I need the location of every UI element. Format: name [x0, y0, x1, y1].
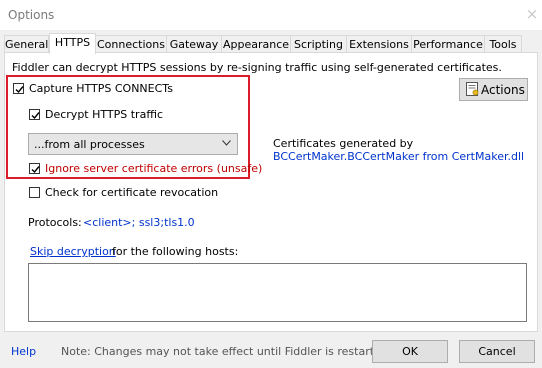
skip-hosts-textarea[interactable]: [28, 263, 527, 322]
ignore-errors-checkbox[interactable]: [29, 163, 40, 174]
https-tab-panel: Fiddler can decrypt HTTPS sessions by re…: [4, 52, 538, 332]
tab-appearance[interactable]: Appearance: [221, 35, 291, 53]
tab-extensions[interactable]: Extensions: [346, 35, 412, 53]
revocation-checkbox[interactable]: [29, 187, 40, 198]
protocols-link[interactable]: <client>; ssl3;tls1.0: [83, 216, 195, 229]
certificate-icon: [466, 82, 479, 96]
window-title: Options: [8, 8, 55, 22]
title-bar: Options ×: [0, 0, 542, 30]
revocation-label: Check for certificate revocation: [45, 186, 219, 199]
skip-decryption-link[interactable]: Skip decryption: [30, 245, 116, 258]
restart-note: Note: Changes may not take effect until …: [61, 345, 392, 358]
decrypt-traffic-checkbox[interactable]: [29, 109, 40, 120]
skip-decryption-suffix: for the following hosts:: [112, 245, 239, 258]
ignore-errors-label: Ignore server certificate errors (unsafe…: [45, 162, 263, 175]
process-filter-value: ...from all processes: [34, 138, 145, 151]
cert-maker-link[interactable]: BCCertMaker.BCCertMaker from CertMaker.d…: [273, 150, 524, 163]
tab-performance[interactable]: Performance: [411, 35, 485, 53]
tab-tools[interactable]: Tools: [484, 35, 522, 53]
help-link[interactable]: Help: [11, 345, 36, 358]
certs-generated-label: Certificates generated by: [273, 137, 414, 150]
cancel-button[interactable]: Cancel: [459, 340, 535, 363]
tab-scripting[interactable]: Scripting: [290, 35, 347, 53]
actions-label: Actions: [481, 83, 525, 97]
capture-connects-label: Capture HTTPS CONNECTs: [29, 82, 173, 95]
close-icon[interactable]: ×: [524, 6, 540, 22]
actions-button[interactable]: Actions: [459, 78, 528, 101]
process-filter-select[interactable]: ...from all processes: [28, 133, 238, 155]
ok-button[interactable]: OK: [372, 340, 448, 363]
tab-gateway[interactable]: Gateway: [166, 35, 222, 53]
intro-text: Fiddler can decrypt HTTPS sessions by re…: [12, 61, 502, 74]
decrypt-traffic-label: Decrypt HTTPS traffic: [45, 108, 163, 121]
check-icon: [31, 112, 40, 120]
check-icon: [31, 166, 40, 174]
chevron-down-icon: [222, 140, 231, 146]
tab-general[interactable]: General: [4, 35, 49, 53]
tab-https[interactable]: HTTPS: [49, 33, 96, 54]
tab-connections[interactable]: Connections: [95, 35, 167, 53]
check-icon: [15, 86, 24, 94]
protocols-label: Protocols:: [28, 216, 82, 229]
capture-connects-checkbox[interactable]: [13, 83, 24, 94]
